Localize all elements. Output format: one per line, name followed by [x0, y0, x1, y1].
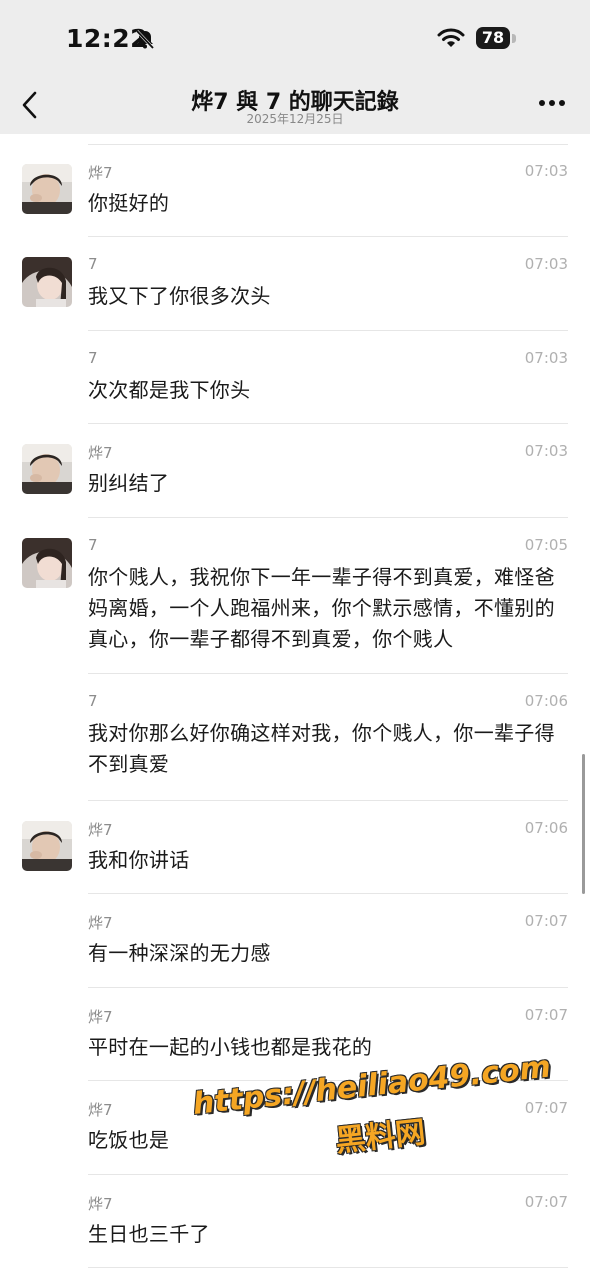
avatar-sender-7[interactable]: [22, 538, 72, 588]
message-divider: [88, 1267, 568, 1268]
chat-message-row[interactable]: 7 07:05 你个贱人，我祝你下一年一辈子得不到真爱，难怪爸妈离婚，一个人跑福州来…: [0, 518, 590, 674]
message-time: 07:03: [524, 162, 568, 180]
avatar-sender-7[interactable]: [22, 257, 72, 307]
avatar-sender-ye7[interactable]: [22, 444, 72, 494]
message-text: 你个贱人，我祝你下一年一辈子得不到真爱，难怪爸妈离婚，一个人跑福州来，你个默示感…: [88, 565, 555, 651]
message-time: 07:05: [524, 536, 568, 554]
message-time: 07:06: [524, 692, 568, 710]
more-options-icon[interactable]: [538, 98, 566, 108]
chat-message-row[interactable]: 烨7 07:06 我和你讲话: [0, 801, 590, 894]
message-sender-name: 烨7: [88, 1101, 113, 1119]
message-time: 07:06: [524, 819, 568, 837]
message-sender-name: 烨7: [88, 1008, 113, 1026]
status-bar: 12:22 78: [0, 0, 590, 80]
battery-cap: [512, 34, 516, 43]
page-subtitle-date: 2025年12月25日: [246, 112, 344, 126]
battery-indicator: 78: [476, 27, 510, 49]
message-text: 生日也三千了: [88, 1222, 210, 1246]
nav-bar: 烨7 與 7 的聊天記錄 2025年12月25日: [0, 80, 590, 134]
message-time: 07:07: [524, 1006, 568, 1024]
message-time: 07:07: [524, 912, 568, 930]
message-sender-name: 7: [88, 536, 98, 554]
message-time: 07:03: [524, 255, 568, 273]
wifi-icon: [437, 28, 465, 47]
message-sender-name: 7: [88, 692, 98, 710]
chat-message-row[interactable]: 烨7 07:07 生日也三千了: [0, 1175, 590, 1268]
message-text: 有一种深深的无力感: [88, 941, 271, 965]
chat-message-row[interactable]: 7 07:03 次次都是我下你头: [0, 331, 590, 424]
message-sender-name: 7: [88, 349, 98, 367]
chat-message-row[interactable]: 7 07:06 我对你那么好你确这样对我，你个贱人，你一辈子得不到真爱: [0, 674, 590, 801]
message-text: 我和你讲话: [88, 848, 190, 872]
message-time: 07:03: [524, 349, 568, 367]
chat-message-row[interactable]: 7 07:03 我又下了你很多次头: [0, 237, 590, 331]
message-text: 别纠结了: [88, 471, 170, 495]
scrollbar[interactable]: [582, 754, 585, 894]
chat-message-row[interactable]: 烨7 07:03 你挺好的: [0, 144, 590, 237]
watermark-name: 黑料网: [333, 1114, 428, 1160]
message-sender-name: 烨7: [88, 444, 113, 462]
message-sender-name: 7: [88, 255, 98, 273]
chat-message-row[interactable]: 烨7 07:03 别纠结了: [0, 424, 590, 518]
message-text: 我对你那么好你确这样对我，你个贱人，你一辈子得不到真爱: [88, 721, 555, 776]
avatar-sender-ye7[interactable]: [22, 164, 72, 214]
avatar-sender-ye7[interactable]: [22, 821, 72, 871]
message-time: 07:07: [524, 1193, 568, 1211]
message-sender-name: 烨7: [88, 821, 113, 839]
message-sender-name: 烨7: [88, 914, 113, 932]
message-time: 07:03: [524, 442, 568, 460]
message-sender-name: 烨7: [88, 164, 113, 182]
message-text: 次次都是我下你头: [88, 378, 251, 402]
bell-muted-icon: [135, 29, 155, 50]
message-text: 你挺好的: [88, 191, 170, 215]
message-sender-name: 烨7: [88, 1195, 113, 1213]
chat-message-row[interactable]: 烨7 07:07 有一种深深的无力感: [0, 894, 590, 988]
message-text: 我又下了你很多次头: [88, 284, 271, 308]
